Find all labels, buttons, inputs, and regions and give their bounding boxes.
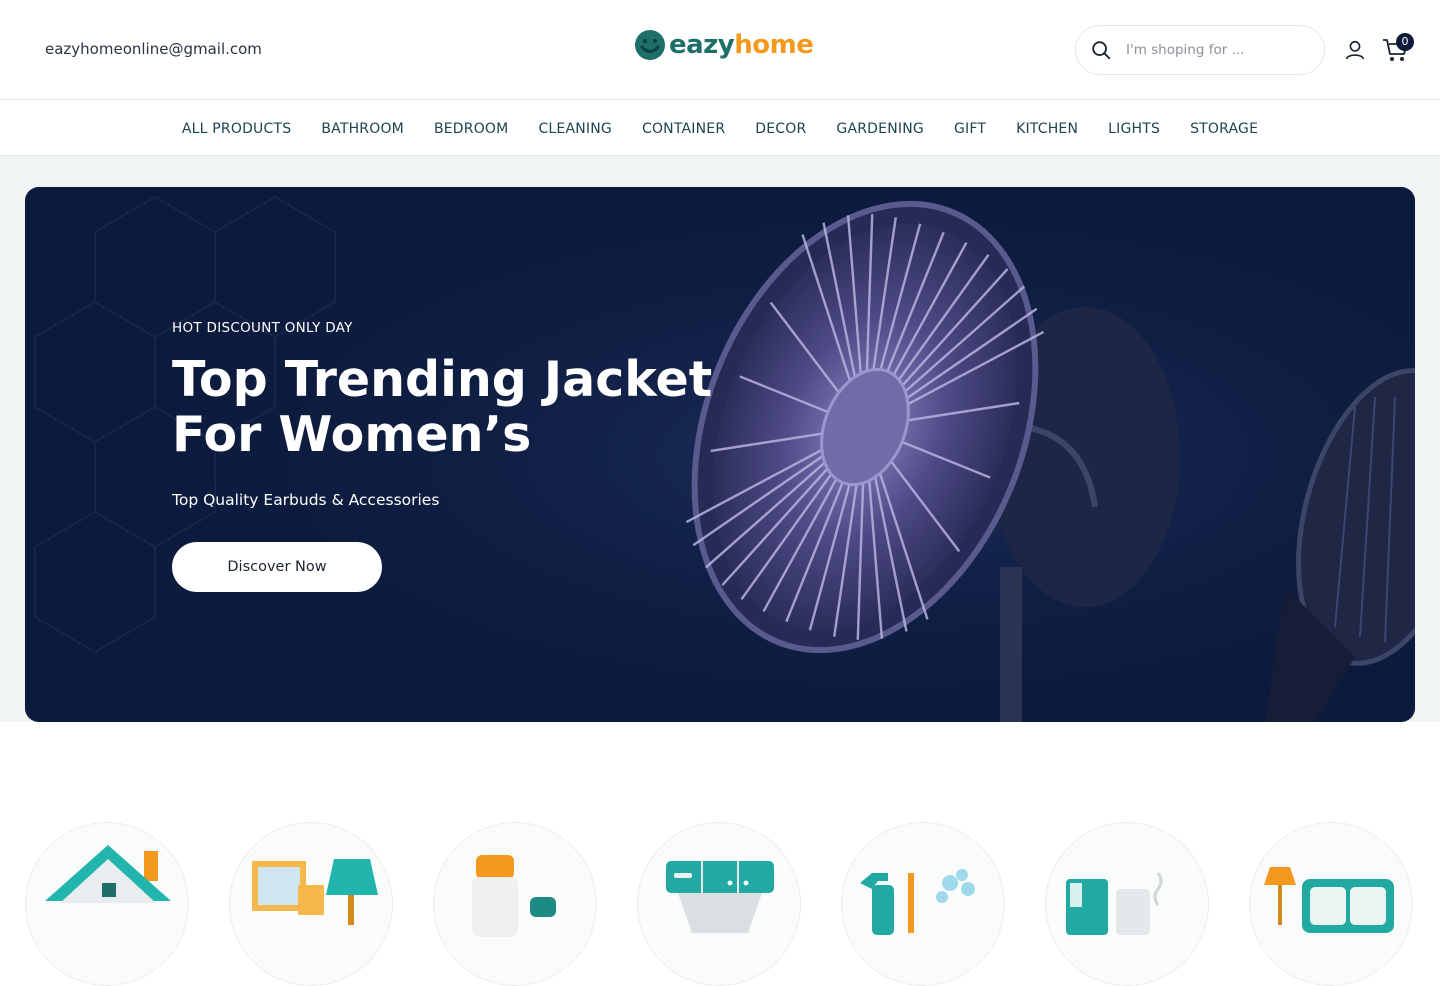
- category-furniture-lights[interactable]: [1249, 822, 1413, 986]
- category-container[interactable]: [433, 822, 597, 986]
- cart-count-badge: 0: [1396, 33, 1414, 51]
- search-icon[interactable]: [1090, 39, 1112, 61]
- category-carousel: [0, 722, 1440, 986]
- cabinet-storage-icon: [666, 861, 774, 933]
- cleaning-spray-icon: [860, 869, 975, 935]
- main-navigation: ALL PRODUCTS BATHROOM BEDROOM CLEANING C…: [0, 101, 1440, 156]
- category-kitchen[interactable]: [1045, 822, 1209, 986]
- nav-item-kitchen[interactable]: KITCHEN: [1016, 121, 1078, 137]
- nav-item-storage[interactable]: STORAGE: [1190, 121, 1258, 137]
- contact-email[interactable]: eazyhomeonline@gmail.com: [45, 40, 262, 58]
- search-input[interactable]: [1126, 42, 1296, 58]
- nav-item-all-products[interactable]: ALL PRODUCTS: [182, 121, 291, 137]
- decor-picture-lamp-icon: [252, 859, 378, 925]
- site-header: eazyhomeonline@gmail.com eazyhome 0: [0, 0, 1440, 100]
- hero-section: HOT DISCOUNT ONLY DAY Top Trending Jacke…: [0, 156, 1440, 722]
- kitchen-appliance-icon: [1066, 872, 1163, 935]
- hero-subtitle: Top Quality Earbuds & Accessories: [172, 491, 440, 509]
- category-storage[interactable]: [637, 822, 801, 986]
- logo-wordmark-part2: home: [734, 30, 814, 60]
- category-house[interactable]: [25, 822, 189, 986]
- bottle-container-icon: [472, 855, 556, 937]
- nav-item-gardening[interactable]: GARDENING: [836, 121, 924, 137]
- house-icon: [45, 845, 171, 903]
- hero-title-line2: For Women’s: [172, 406, 532, 463]
- smiley-logo-icon: [635, 30, 665, 60]
- lamp-furniture-icon: [1264, 867, 1394, 933]
- nav-item-bedroom[interactable]: BEDROOM: [434, 121, 508, 137]
- hero-banner: HOT DISCOUNT ONLY DAY Top Trending Jacke…: [25, 187, 1415, 722]
- category-cleaning[interactable]: [841, 822, 1005, 986]
- hero-kicker: HOT DISCOUNT ONLY DAY: [172, 320, 353, 336]
- search-bar: [1075, 25, 1325, 75]
- nav-item-lights[interactable]: LIGHTS: [1108, 121, 1160, 137]
- hero-title: Top Trending Jacket For Women’s: [172, 352, 732, 462]
- discover-now-button[interactable]: Discover Now: [172, 542, 382, 592]
- logo-wordmark-part1: eazy: [669, 30, 735, 60]
- nav-item-decor[interactable]: DECOR: [755, 121, 806, 137]
- category-decor[interactable]: [229, 822, 393, 986]
- nav-item-cleaning[interactable]: CLEANING: [538, 121, 612, 137]
- nav-item-bathroom[interactable]: BATHROOM: [321, 121, 404, 137]
- logo-wordmark: eazyhome: [669, 29, 814, 61]
- nav-item-gift[interactable]: GIFT: [954, 121, 986, 137]
- nav-item-container[interactable]: CONTAINER: [642, 121, 725, 137]
- site-logo[interactable]: eazyhome: [634, 29, 814, 61]
- hero-title-line1: Top Trending Jacket: [172, 351, 713, 408]
- user-icon[interactable]: [1344, 39, 1366, 61]
